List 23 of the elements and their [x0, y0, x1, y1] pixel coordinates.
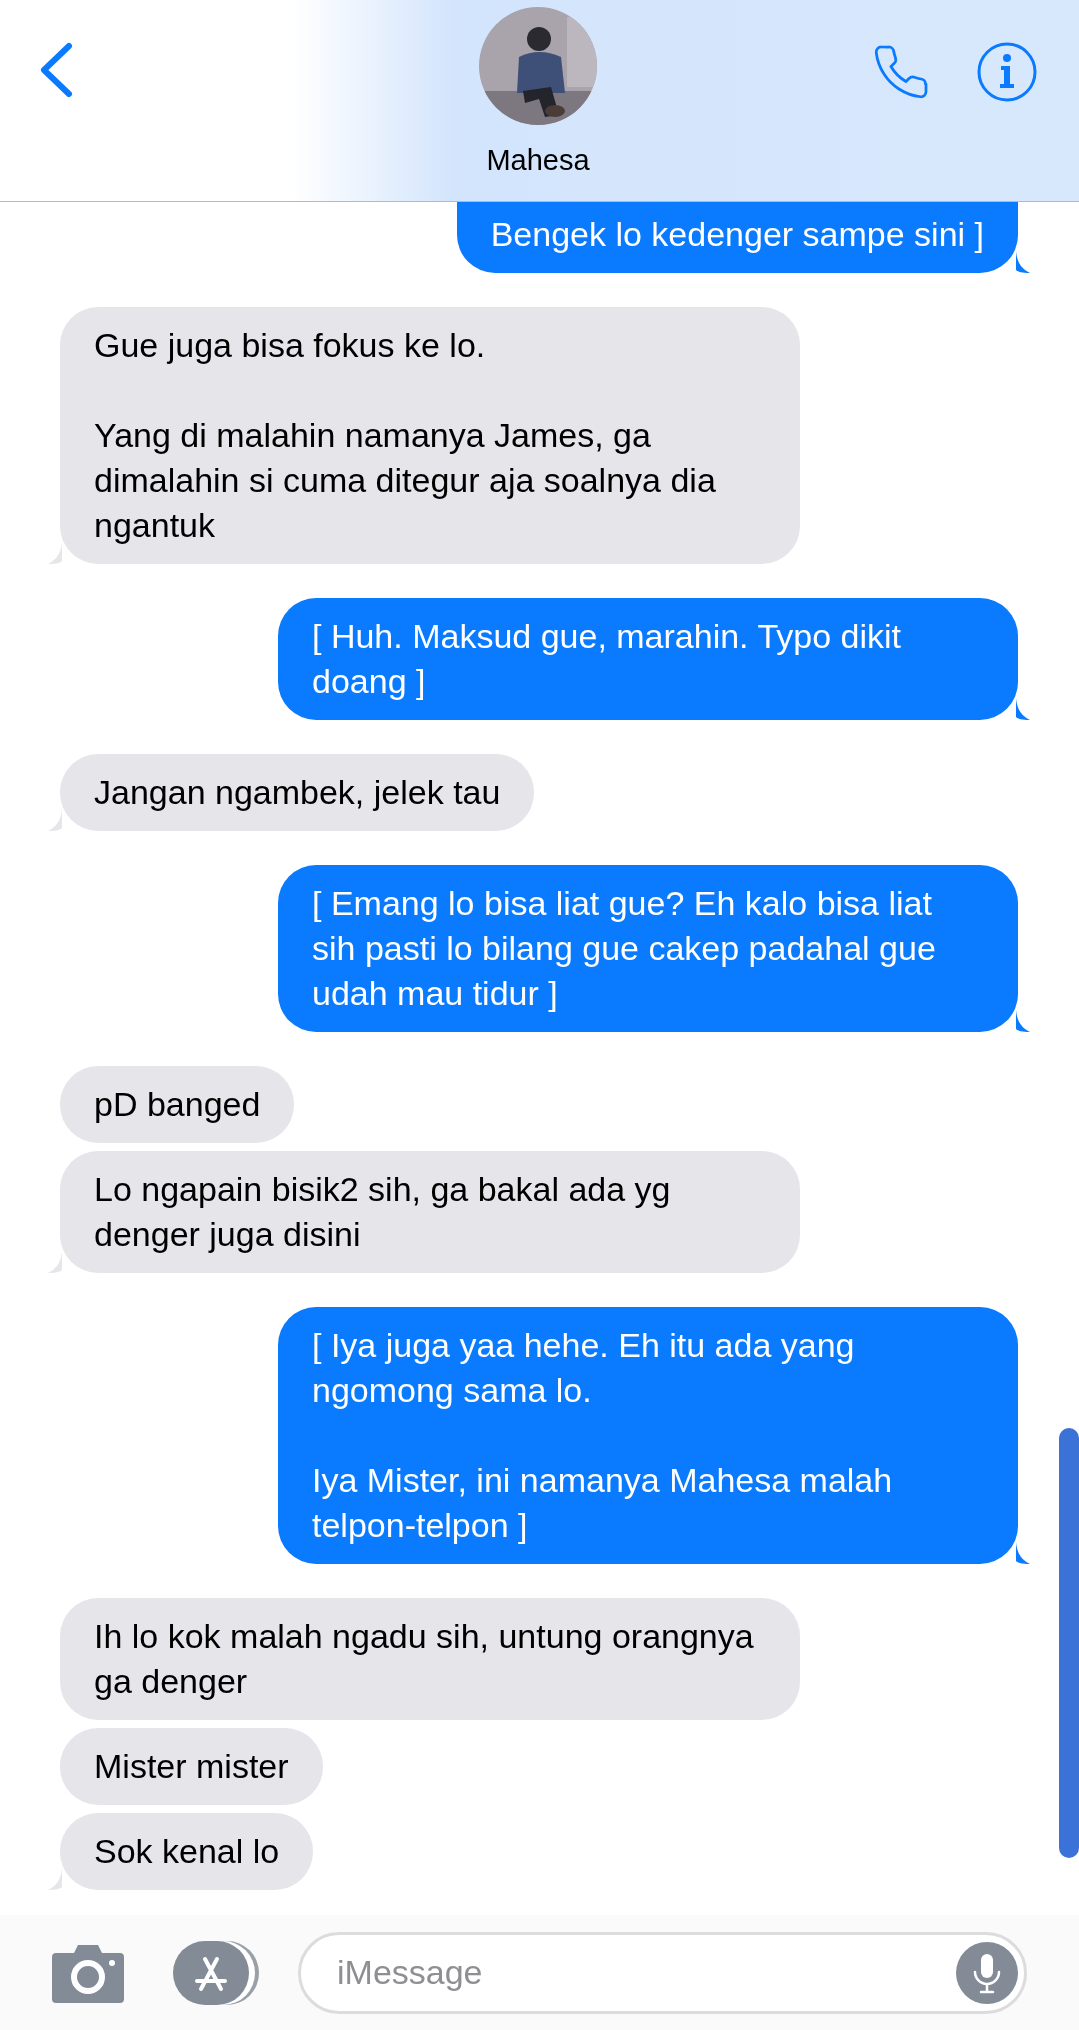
app-store-icon[interactable]: [173, 1940, 259, 2005]
message-bubble: Mister mister: [60, 1728, 323, 1805]
message-bubble: [ Emang lo bisa liat gue? Eh kalo bisa liat sih pasti lo bilang gue cakep padahal gue udah mau tidur ]: [278, 865, 1018, 1032]
message-bubble: [ Huh. Maksud gue, marahin. Typo dikit doang ]: [278, 598, 1018, 720]
message-bubble: [ Iya juga yaa hehe. Eh itu ada yang ngomong sama lo. Iya Mister, ini namanya Mahesa malah telpon-telpon ]: [278, 1307, 1018, 1564]
bubble-tail: [48, 1868, 62, 1890]
message-input[interactable]: iMessage: [337, 1947, 956, 1998]
message-bubble: Jangan ngambek, jelek tau: [60, 754, 535, 831]
message-field[interactable]: iMessage: [298, 1931, 1027, 2014]
bubble-tail: [48, 809, 62, 831]
camera-icon[interactable]: [52, 1942, 124, 2003]
info-icon[interactable]: [977, 42, 1037, 102]
message-bubble: Ih lo kok malah ngadu sih, untung orangnya ga denger: [60, 1598, 800, 1720]
microphone-icon[interactable]: [956, 1941, 1018, 2004]
bubble-tail: [48, 1251, 62, 1273]
message-bubble: Sok kenal lo: [60, 1813, 314, 1890]
message-bubble: Lo ngapain bisik2 sih, ga bakal ada yg denger juga disini: [60, 1151, 800, 1273]
back-icon[interactable]: [39, 42, 73, 98]
bubble-tail: [48, 542, 62, 564]
contact-name[interactable]: Mahesa: [486, 139, 590, 183]
message-bubble: Bengek lo kedenger sampe sini ]: [456, 202, 1018, 273]
message-bubble: pD banged: [60, 1066, 295, 1143]
message-bubble: Gue juga bisa fokus ke lo. Yang di malahin namanya James, ga dimalahin si cuma ditegur aja soalnya dia ngantuk: [60, 307, 800, 564]
